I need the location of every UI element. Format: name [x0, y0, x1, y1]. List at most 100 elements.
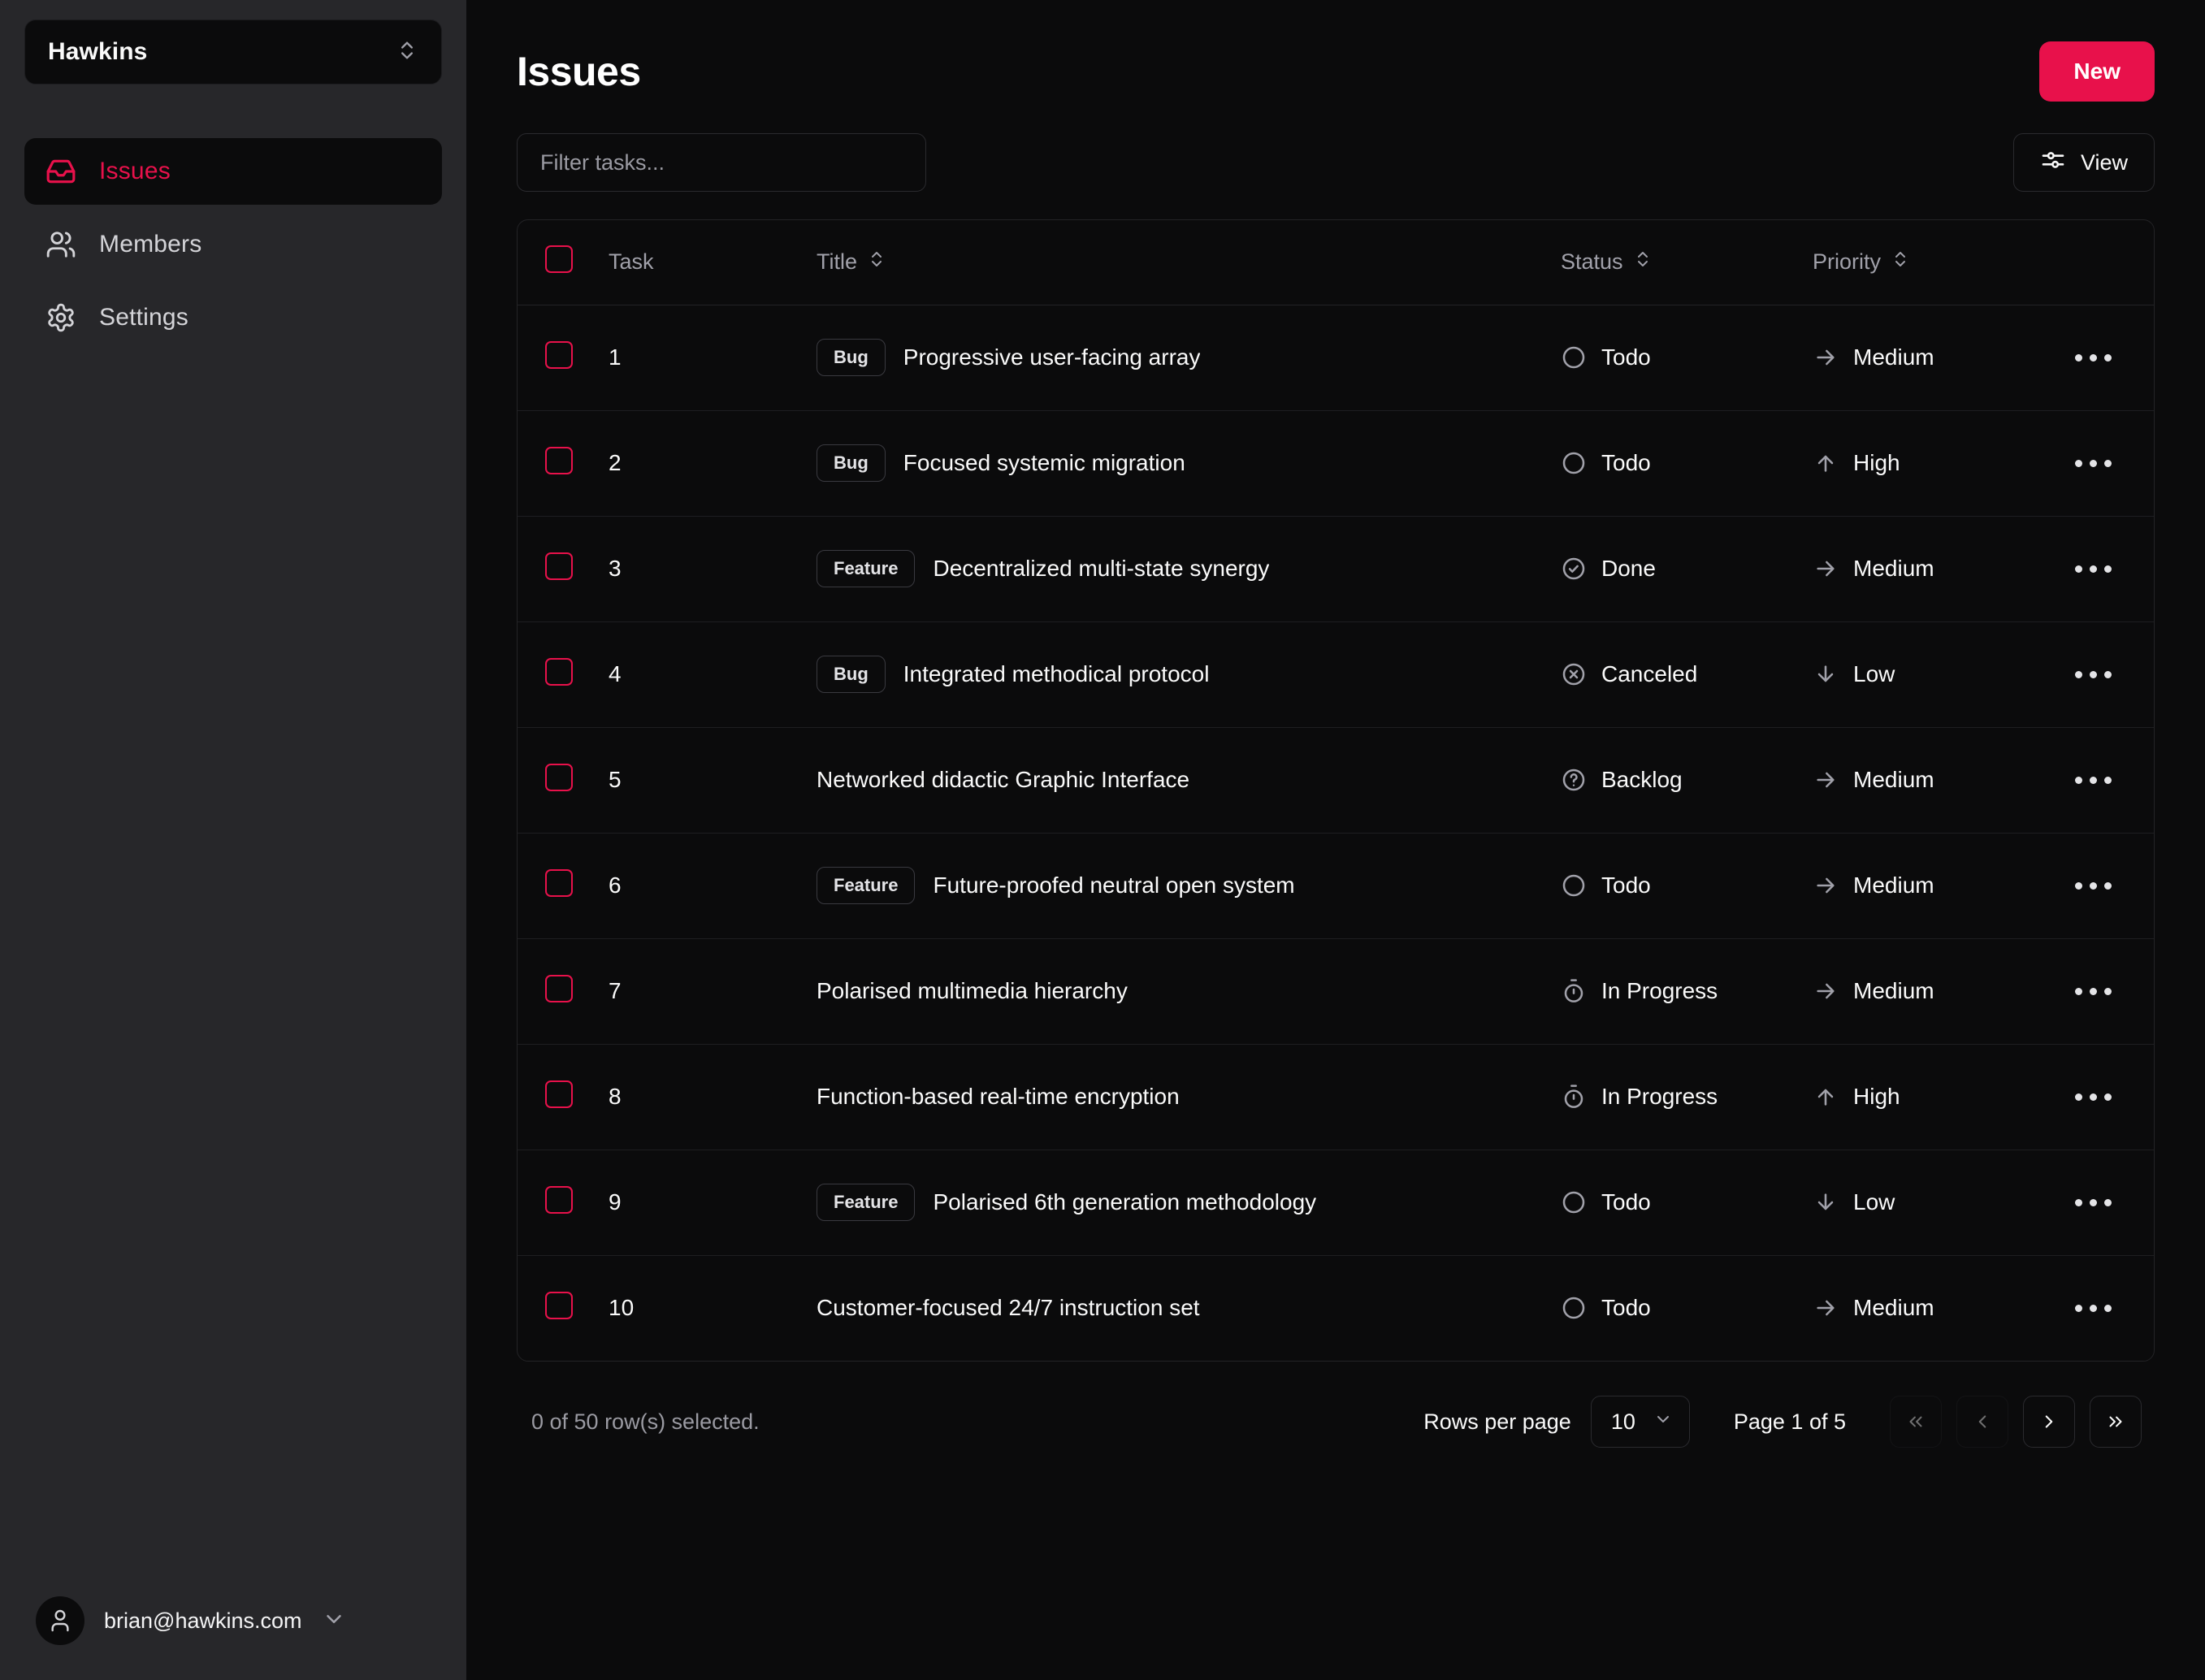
column-header-title[interactable]: Title: [817, 220, 1561, 305]
sidebar-item-members[interactable]: Members: [24, 211, 442, 278]
chevron-left-icon: [1972, 1411, 1993, 1432]
timer-icon: [1561, 1084, 1587, 1110]
view-button-label: View: [2080, 149, 2128, 175]
row-checkbox[interactable]: [545, 868, 573, 897]
last-page-button[interactable]: [2090, 1396, 2142, 1448]
arrow-right-icon: [1813, 344, 1839, 370]
circle-icon: [1561, 344, 1587, 370]
check-circle-icon: [1561, 556, 1587, 582]
row-select-cell: [518, 621, 609, 728]
table-row[interactable]: 4 Bug Integrated methodical protocol Can…: [518, 621, 2154, 728]
row-status-cell: Todo: [1561, 1255, 1813, 1361]
user-menu[interactable]: brian@hawkins.com: [24, 1584, 442, 1657]
arrow-down-icon: [1813, 1189, 1839, 1215]
row-checkbox[interactable]: [545, 763, 573, 791]
arrow-right-icon: [1813, 767, 1839, 793]
row-actions-cell: [2032, 410, 2154, 517]
row-actions-button[interactable]: [2032, 650, 2154, 699]
chevron-down-icon: [1653, 1409, 1673, 1435]
row-title-cell: Bug Focused systemic migration: [817, 410, 1561, 517]
table-row[interactable]: 10 Customer-focused 24/7 instruction set…: [518, 1255, 2154, 1361]
task-title: Progressive user-facing array: [903, 344, 1201, 370]
row-actions-button[interactable]: [2032, 756, 2154, 804]
select-all-checkbox[interactable]: [545, 245, 573, 274]
user-email: brian@hawkins.com: [104, 1608, 302, 1633]
select-all-header: [518, 220, 609, 305]
row-select-cell: [518, 516, 609, 622]
table-row[interactable]: 1 Bug Progressive user-facing array Todo…: [518, 305, 2154, 411]
row-status-cell: In Progress: [1561, 1044, 1813, 1150]
priority-label: Medium: [1853, 1295, 1934, 1321]
new-button[interactable]: New: [2039, 41, 2155, 102]
table-toolbar: View: [517, 133, 2155, 192]
row-select-cell: [518, 938, 609, 1045]
timer-icon: [1561, 978, 1587, 1004]
gear-icon: [44, 301, 78, 335]
arrow-up-icon: [1813, 1084, 1839, 1110]
row-checkbox[interactable]: [545, 1291, 573, 1319]
table-row[interactable]: 6 Feature Future-proofed neutral open sy…: [518, 833, 2154, 939]
column-header-status[interactable]: Status: [1561, 220, 1813, 305]
row-task-cell: 7: [609, 938, 817, 1045]
task-title: Future-proofed neutral open system: [933, 872, 1295, 898]
row-select-cell: [518, 1255, 609, 1361]
label-badge: Feature: [817, 550, 916, 587]
row-checkbox[interactable]: [545, 1185, 573, 1214]
row-status-cell: Todo: [1561, 305, 1813, 411]
task-id: 8: [609, 1084, 622, 1109]
row-priority-cell: High: [1813, 1044, 2032, 1150]
row-actions-button[interactable]: [2032, 1072, 2154, 1121]
row-actions-button[interactable]: [2032, 333, 2154, 382]
task-id: 7: [609, 978, 622, 1003]
row-actions-cell: [2032, 833, 2154, 939]
row-actions-button[interactable]: [2032, 544, 2154, 593]
row-title-cell: Feature Future-proofed neutral open syst…: [817, 833, 1561, 939]
filter-input[interactable]: [517, 133, 926, 192]
row-checkbox[interactable]: [545, 340, 573, 369]
table-row[interactable]: 9 Feature Polarised 6th generation metho…: [518, 1150, 2154, 1256]
rows-per-page: Rows per page 10: [1423, 1396, 1690, 1448]
page-title: Issues: [517, 49, 641, 94]
table-row[interactable]: 3 Feature Decentralized multi-state syne…: [518, 516, 2154, 622]
row-actions-button[interactable]: [2032, 861, 2154, 910]
circle-icon: [1561, 1295, 1587, 1321]
table-row[interactable]: 2 Bug Focused systemic migration Todo Hi…: [518, 410, 2154, 517]
sidebar-item-issues[interactable]: Issues: [24, 138, 442, 205]
row-actions-cell: [2032, 305, 2154, 411]
sidebar-item-settings[interactable]: Settings: [24, 284, 442, 351]
row-select-cell: [518, 1044, 609, 1150]
row-task-cell: 2: [609, 410, 817, 517]
row-actions-button[interactable]: [2032, 967, 2154, 1015]
row-task-cell: 4: [609, 621, 817, 728]
table-row[interactable]: 8 Function-based real-time encryption In…: [518, 1044, 2154, 1150]
task-id: 5: [609, 767, 622, 792]
column-header-priority[interactable]: Priority: [1813, 220, 2032, 305]
row-priority-cell: Medium: [1813, 305, 2032, 411]
next-page-button[interactable]: [2023, 1396, 2075, 1448]
column-header-task: Task: [609, 220, 817, 305]
label-badge: Bug: [817, 656, 886, 693]
row-checkbox[interactable]: [545, 1080, 573, 1108]
column-header-actions: [2032, 220, 2154, 305]
row-select-cell: [518, 833, 609, 939]
table-row[interactable]: 5 Networked didactic Graphic Interface B…: [518, 727, 2154, 834]
row-checkbox[interactable]: [545, 974, 573, 1002]
row-actions-button[interactable]: [2032, 1284, 2154, 1332]
row-checkbox[interactable]: [545, 657, 573, 686]
team-switcher[interactable]: Hawkins: [24, 19, 442, 84]
row-priority-cell: Low: [1813, 621, 2032, 728]
sort-icon: [1633, 249, 1653, 275]
selection-count: 0 of 50 row(s) selected.: [531, 1409, 760, 1434]
page-indicator: Page 1 of 5: [1733, 1409, 1846, 1434]
table-row[interactable]: 7 Polarised multimedia hierarchy In Prog…: [518, 938, 2154, 1045]
row-actions-button[interactable]: [2032, 1178, 2154, 1227]
row-actions-button[interactable]: [2032, 439, 2154, 487]
rows-per-page-select[interactable]: 10: [1590, 1396, 1690, 1448]
row-checkbox[interactable]: [545, 446, 573, 474]
view-options-button[interactable]: View: [2012, 133, 2155, 192]
arrow-right-icon: [1813, 1295, 1839, 1321]
row-checkbox[interactable]: [545, 552, 573, 580]
row-task-cell: 8: [609, 1044, 817, 1150]
main-content: Issues New View: [466, 0, 2205, 1680]
circle-icon: [1561, 872, 1587, 898]
